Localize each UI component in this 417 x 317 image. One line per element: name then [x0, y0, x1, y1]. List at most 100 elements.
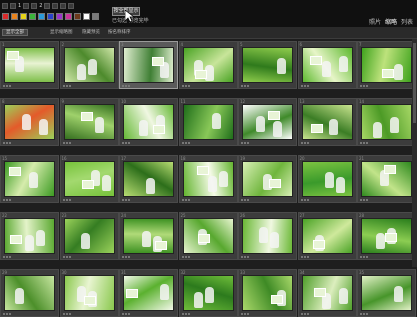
- rotate-right-button[interactable]: [52, 3, 59, 9]
- color-swatch-8[interactable]: [65, 13, 72, 20]
- thumbnail-status-icons: [300, 85, 309, 87]
- color-swatch-5[interactable]: [38, 13, 45, 20]
- thumbnail-image[interactable]: [301, 275, 353, 311]
- thumbnail-image[interactable]: [361, 161, 412, 197]
- thumbnail-cell[interactable]: 21: [357, 155, 416, 203]
- new-button[interactable]: [2, 3, 8, 9]
- thumbnail-image[interactable]: [4, 47, 55, 83]
- thumbnail-image[interactable]: [123, 218, 174, 254]
- back-button[interactable]: [23, 3, 30, 9]
- thumbnail-cell[interactable]: 5: [238, 41, 297, 89]
- thumbnail-cell[interactable]: 12: [238, 98, 297, 146]
- tab-photo[interactable]: 照片: [369, 17, 381, 26]
- thumbnail-image[interactable]: [63, 47, 115, 83]
- color-swatch-1[interactable]: [2, 13, 9, 20]
- thumbnail-image[interactable]: [182, 275, 234, 311]
- delete-button[interactable]: [60, 3, 67, 9]
- thumbnail-image[interactable]: [361, 218, 412, 254]
- show-all-filter-button[interactable]: 显示全部: [2, 29, 28, 36]
- thumbnail-cell[interactable]: 22: [0, 212, 59, 260]
- thumbnail-cell[interactable]: 26: [238, 212, 297, 260]
- hide-preview-link[interactable]: 隐藏预览: [82, 29, 100, 35]
- thumbnail-image[interactable]: [301, 218, 353, 254]
- thumbnail-image[interactable]: [63, 161, 115, 197]
- thumbnail-image[interactable]: [301, 104, 353, 140]
- tab-thumbnail[interactable]: 缩略: [385, 17, 397, 26]
- thumbnail-cell[interactable]: 35: [357, 269, 416, 317]
- thumbnail-image[interactable]: [63, 275, 115, 311]
- thumbnail-cell[interactable]: 18: [178, 155, 238, 203]
- color-swatch-6[interactable]: [47, 13, 54, 20]
- thumbnail-cell[interactable]: 34: [297, 269, 357, 317]
- rotate-left-button[interactable]: [44, 3, 51, 9]
- thumbnail-image[interactable]: [4, 104, 55, 140]
- thumbnail-cell[interactable]: 10: [119, 98, 178, 146]
- open-button[interactable]: [10, 3, 16, 9]
- thumbnail-cell[interactable]: 20: [297, 155, 357, 203]
- thumbnail-cell[interactable]: 24: [119, 212, 178, 260]
- thumbnail-image[interactable]: [182, 104, 234, 140]
- thumbnail-image[interactable]: [4, 275, 55, 311]
- thumbnail-cell[interactable]: 30: [59, 269, 119, 317]
- thumbnail-cell[interactable]: 32: [178, 269, 238, 317]
- color-swatch-9[interactable]: [74, 13, 81, 20]
- info-button[interactable]: [68, 3, 75, 9]
- thumbnail-image[interactable]: [63, 218, 115, 254]
- vertical-scrollbar[interactable]: [412, 39, 417, 267]
- thumbnail-cell[interactable]: 6: [297, 41, 357, 89]
- thumbnail-image[interactable]: [242, 218, 293, 254]
- thumbnail-cell[interactable]: 28: [357, 212, 416, 260]
- thumbnail-cell[interactable]: 17: [119, 155, 178, 203]
- thumbnail-image[interactable]: [361, 104, 412, 140]
- thumbnail-image[interactable]: [182, 218, 234, 254]
- color-swatch-2[interactable]: [11, 13, 18, 20]
- thumbnail-image[interactable]: [182, 161, 234, 197]
- status-dot-icon: [303, 256, 306, 258]
- thumbnail-cell[interactable]: 11: [178, 98, 238, 146]
- thumbnail-image[interactable]: [361, 47, 412, 83]
- thumbnail-image[interactable]: [4, 161, 55, 197]
- thumbnail-image[interactable]: [123, 161, 174, 197]
- thumbnail-image[interactable]: [242, 47, 293, 83]
- thumbnail-cell[interactable]: 15: [0, 155, 59, 203]
- thumbnail-image[interactable]: [123, 275, 174, 311]
- thumbnail-cell[interactable]: 4: [178, 41, 238, 89]
- thumbnail-cell[interactable]: 3: [119, 41, 178, 89]
- thumbnail-cell[interactable]: 2: [59, 41, 119, 89]
- thumbnail-image[interactable]: [242, 104, 293, 140]
- thumbnail-cell[interactable]: 8: [0, 98, 59, 146]
- thumbnail-image[interactable]: [123, 104, 174, 140]
- thumbnail-image[interactable]: [4, 218, 55, 254]
- thumbnail-cell[interactable]: 14: [357, 98, 416, 146]
- color-swatch-11[interactable]: [92, 13, 99, 20]
- color-swatch-4[interactable]: [29, 13, 36, 20]
- color-swatch-10[interactable]: [83, 13, 90, 20]
- thumbnail-image[interactable]: [301, 47, 353, 83]
- thumbnail-cell[interactable]: 19: [238, 155, 297, 203]
- thumbnail-cell[interactable]: 29: [0, 269, 59, 317]
- thumbnail-cell[interactable]: 23: [59, 212, 119, 260]
- thumbnail-cell[interactable]: 16: [59, 155, 119, 203]
- thumbnail-image[interactable]: [63, 104, 115, 140]
- tab-list[interactable]: 列表: [401, 17, 413, 26]
- thumbnail-cell[interactable]: 7: [357, 41, 416, 89]
- thumbnail-cell[interactable]: 31: [119, 269, 178, 317]
- thumbnail-cell[interactable]: 25: [178, 212, 238, 260]
- thumbnail-image[interactable]: [242, 161, 293, 197]
- color-swatch-3[interactable]: [20, 13, 27, 20]
- thumbnail-cell[interactable]: 33: [238, 269, 297, 317]
- thumbnail-image[interactable]: [123, 47, 174, 83]
- thumbnail-image[interactable]: [182, 47, 234, 83]
- sort-by-name-link[interactable]: 按名称排序: [108, 29, 131, 35]
- thumbnail-image[interactable]: [361, 275, 412, 311]
- thumbnail-image[interactable]: [242, 275, 293, 311]
- forward-button[interactable]: [31, 3, 38, 9]
- thumbnail-cell[interactable]: 13: [297, 98, 357, 146]
- color-swatch-7[interactable]: [56, 13, 63, 20]
- thumbnail-cell[interactable]: 27: [297, 212, 357, 260]
- scrollbar-thumb[interactable]: [413, 43, 416, 123]
- thumbnail-cell[interactable]: 1: [0, 41, 59, 89]
- thumbnail-image[interactable]: [301, 161, 353, 197]
- thumbnail-cell[interactable]: 9: [59, 98, 119, 146]
- show-thumbnails-link[interactable]: 显示缩略图: [50, 29, 73, 35]
